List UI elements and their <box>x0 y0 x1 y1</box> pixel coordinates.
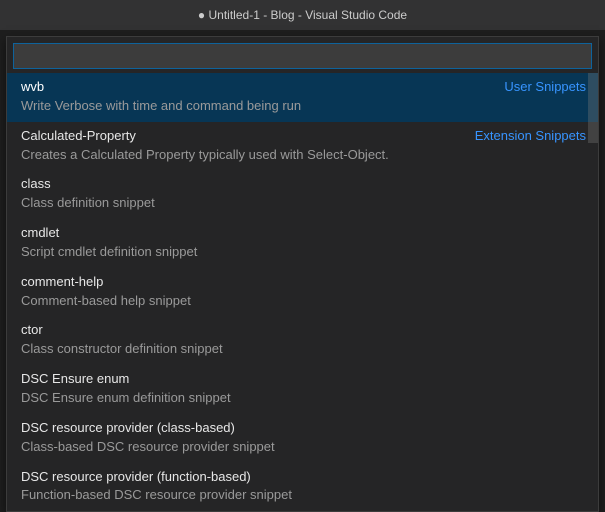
list-item[interactable]: DSC resource provider (function-based)Fu… <box>7 463 598 512</box>
snippet-title: cmdlet <box>21 224 59 243</box>
list-item[interactable]: DSC resource provider (class-based)Class… <box>7 414 598 463</box>
snippet-description: Comment-based help snippet <box>21 292 586 311</box>
search-input[interactable] <box>13 43 592 69</box>
list-item[interactable]: Calculated-Property Extension SnippetsCre… <box>7 122 598 171</box>
snippet-description: DSC Ensure enum definition snippet <box>21 389 586 408</box>
snippet-description: Write Verbose with time and command bein… <box>21 97 586 116</box>
list-item[interactable]: wvb User SnippetsWrite Verbose with time … <box>7 73 598 122</box>
snippet-description: Script cmdlet definition snippet <box>21 243 586 262</box>
snippet-category-tag: Extension Snippets <box>475 127 586 146</box>
list-item[interactable]: classClass definition snippet <box>7 170 598 219</box>
scrollbar-thumb[interactable] <box>588 73 598 143</box>
quickpick-search <box>13 43 592 69</box>
snippet-title: DSC resource provider (class-based) <box>21 419 235 438</box>
list-item[interactable]: comment-helpComment-based help snippet <box>7 268 598 317</box>
list-item[interactable]: cmdletScript cmdlet definition snippet <box>7 219 598 268</box>
quickpick-panel: wvb User SnippetsWrite Verbose with time … <box>6 36 599 512</box>
snippet-description: Class definition snippet <box>21 194 586 213</box>
list-item[interactable]: ctorClass constructor definition snippet <box>7 316 598 365</box>
snippet-description: Class-based DSC resource provider snippe… <box>21 438 586 457</box>
snippet-description: Class constructor definition snippet <box>21 340 586 359</box>
snippet-category-tag: User Snippets <box>504 78 586 97</box>
list-item[interactable]: DSC Ensure enumDSC Ensure enum definitio… <box>7 365 598 414</box>
snippet-title: Calculated-Property <box>21 127 136 146</box>
snippet-title: class <box>21 175 51 194</box>
window-title: ● Untitled-1 - Blog - Visual Studio Code <box>198 8 407 22</box>
snippet-list[interactable]: wvb User SnippetsWrite Verbose with time … <box>7 73 598 511</box>
snippet-title: wvb <box>21 78 44 97</box>
snippet-title: DSC resource provider (function-based) <box>21 468 251 487</box>
snippet-title: comment-help <box>21 273 103 292</box>
snippet-description: Creates a Calculated Property typically … <box>21 146 586 165</box>
window-titlebar: ● Untitled-1 - Blog - Visual Studio Code <box>0 0 605 30</box>
snippet-title: DSC Ensure enum <box>21 370 129 389</box>
snippet-title: ctor <box>21 321 43 340</box>
snippet-description: Function-based DSC resource provider sni… <box>21 486 586 505</box>
